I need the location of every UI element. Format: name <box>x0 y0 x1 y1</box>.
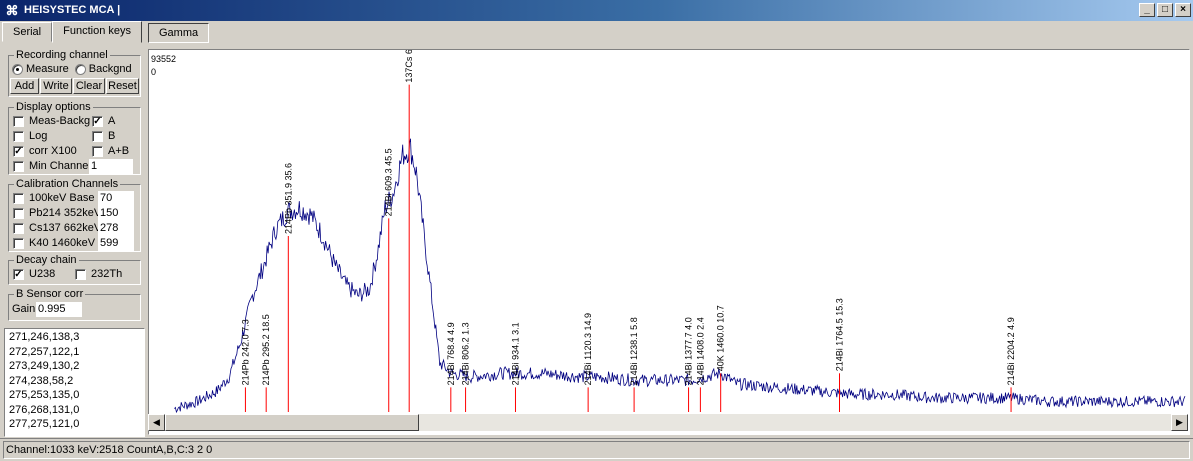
y-min-label: 0 <box>151 67 156 77</box>
add-button[interactable]: Add <box>10 78 39 94</box>
app-icon: ⌘ <box>5 2 19 18</box>
list-item: 276,268,131,0 <box>9 403 80 416</box>
cal-cs137-field[interactable]: 278 <box>98 221 134 236</box>
peak-label: 214Bi 934.1 3.1 <box>510 322 520 385</box>
log-label: Log <box>29 130 48 142</box>
spectrum-chart-area[interactable]: 93552 0 214Pb 242.0 7.3 214Pb 295.2 18.5 214… <box>148 49 1190 435</box>
cal-k40-checkbox[interactable] <box>13 237 24 249</box>
peak-label: 214Bi 1238.1 5.8 <box>629 317 639 385</box>
cal-pb214-label: Pb214 352keV <box>29 207 102 219</box>
peak-label: 40K 1460.0 10.7 <box>716 305 726 371</box>
cal-100kev-field[interactable]: 70 <box>98 191 134 206</box>
tab-function-keys[interactable]: Function keys <box>52 21 142 43</box>
calibration-title: Calibration Channels <box>14 178 121 190</box>
list-item: 273,249,130,2 <box>9 360 80 372</box>
clear-button[interactable]: Clear <box>73 78 105 94</box>
sensor-corr-group: B Sensor corr Gain 0.995 <box>8 288 141 321</box>
peak-label: 214Pb 242.0 7.3 <box>240 319 250 385</box>
peak-label: 214Bi 1764.5 15.3 <box>834 298 844 371</box>
tab-gamma[interactable]: Gamma <box>148 23 210 43</box>
maximize-button[interactable]: □ <box>1157 3 1173 17</box>
display-options-group: Display options Meas-Backg ✓ A Log B ✓ c… <box>8 101 141 175</box>
u238-label: U238 <box>29 268 56 280</box>
peak-label: 214Bi 2204.2 4.9 <box>1006 317 1016 385</box>
spectrum-series-line <box>174 138 1186 414</box>
channel-data-list[interactable]: 271,246,138,3 272,257,122,1 273,249,130,… <box>4 328 145 437</box>
peak-label: 214Pb 295.2 18.5 <box>261 314 271 385</box>
corr-checkbox[interactable]: ✓ <box>13 145 24 157</box>
cal-pb214-checkbox[interactable] <box>13 207 24 219</box>
gain-field[interactable]: 0.995 <box>36 302 82 317</box>
calibration-group: Calibration Channels 100keV Base 70 Pb21… <box>8 178 141 252</box>
minimize-button[interactable]: _ <box>1139 3 1155 17</box>
main-tabs: Serial Function keys <box>2 21 142 43</box>
cal-100kev-checkbox[interactable] <box>13 192 24 204</box>
spectrum-chart[interactable]: 93552 0 214Pb 242.0 7.3 214Pb 295.2 18.5 214… <box>149 50 1189 416</box>
min-channel-label: Min Channel <box>29 160 91 172</box>
th232-label: 232Th <box>91 268 123 280</box>
b-label: B <box>108 130 116 142</box>
cal-pb214-field[interactable]: 150 <box>98 206 134 221</box>
peak-label: 214Bi 1120.3 14.9 <box>583 313 593 385</box>
list-item: 271,246,138,3 <box>9 331 80 343</box>
gain-label: Gain <box>12 303 36 315</box>
reset-button[interactable]: Reset <box>106 78 139 94</box>
decay-title: Decay chain <box>14 254 79 266</box>
app-window: ⌘ HEISYSTEC MCA | _ □ × Serial Function … <box>0 0 1193 461</box>
horizontal-scrollbar[interactable]: ◀ ▶ <box>148 414 1188 431</box>
meas-backg-label: Meas-Backg <box>29 115 91 127</box>
meas-backg-checkbox[interactable] <box>13 115 24 127</box>
apb-label: A+B <box>108 145 130 157</box>
corr-label: corr X100 <box>29 145 77 157</box>
display-title: Display options <box>14 101 93 113</box>
cal-k40-label: K40 1460keV <box>29 237 96 249</box>
measure-label: Measure <box>26 63 69 75</box>
cal-cs137-checkbox[interactable] <box>13 222 24 234</box>
status-bar: Channel:1033 keV:2518 CountA,B,C:3 2 0 <box>0 438 1193 461</box>
log-checkbox[interactable] <box>13 130 24 142</box>
recording-group: Recording channel Measure Backgnd Add Wr… <box>8 49 141 97</box>
measure-radio[interactable] <box>12 63 23 75</box>
write-button[interactable]: Write <box>40 78 72 94</box>
title-bar[interactable]: ⌘ HEISYSTEC MCA | _ □ × <box>0 0 1193 21</box>
th232-checkbox[interactable] <box>75 268 86 280</box>
status-text: Channel:1033 keV:2518 CountA,B,C:3 2 0 <box>3 441 1190 459</box>
min-channel-checkbox[interactable] <box>13 160 24 172</box>
list-item: 274,238,58,2 <box>9 374 74 387</box>
peak-label: 214Bi 609.3 45.5 <box>384 148 394 216</box>
peak-label: 214Bi 768.4 4.9 <box>446 322 456 385</box>
background-radio[interactable] <box>74 63 86 75</box>
a-checkbox[interactable]: ✓ <box>92 115 103 127</box>
tab-serial[interactable]: Serial <box>2 22 53 42</box>
window-title: HEISYSTEC MCA | <box>24 4 121 16</box>
control-panel: Recording channel Measure Backgnd Add Wr… <box>4 44 145 327</box>
recording-title: Recording channel <box>14 49 110 61</box>
cal-cs137-label: Cs137 662keV <box>29 222 102 234</box>
scroll-right-button[interactable]: ▶ <box>1171 414 1188 431</box>
list-item: 272,257,122,1 <box>9 345 80 358</box>
scroll-thumb[interactable] <box>165 414 419 431</box>
peak-label: 214Pb 351.9 35.6 <box>283 163 293 234</box>
a-label: A <box>108 115 116 127</box>
peak-label: 214Bi 1377.7 4.0 <box>684 317 694 385</box>
scroll-left-button[interactable]: ◀ <box>148 414 165 431</box>
peak-label: 214Bi 1408.0 2.4 <box>695 317 705 385</box>
peak-label: 137Cs 661.7 <box>404 50 414 83</box>
u238-checkbox[interactable]: ✓ <box>13 268 24 280</box>
chart-tabs: Gamma <box>148 23 210 43</box>
min-channel-field[interactable]: 1 <box>89 159 133 174</box>
background-label: Backgnd <box>88 63 132 75</box>
cal-100kev-label: 100keV Base <box>29 192 95 204</box>
y-max-label: 93552 <box>151 54 176 64</box>
cal-k40-field[interactable]: 599 <box>98 236 134 251</box>
list-item: 277,275,121,0 <box>9 418 80 430</box>
sensor-title: B Sensor corr <box>14 288 86 300</box>
list-item: 275,253,135,0 <box>9 389 80 401</box>
b-checkbox[interactable] <box>92 130 103 142</box>
apb-checkbox[interactable] <box>92 145 103 157</box>
close-button[interactable]: × <box>1175 3 1191 17</box>
decay-chain-group: Decay chain ✓ U238 232Th <box>8 254 141 285</box>
peak-label: 214Bi 806.2 1.3 <box>461 322 471 385</box>
